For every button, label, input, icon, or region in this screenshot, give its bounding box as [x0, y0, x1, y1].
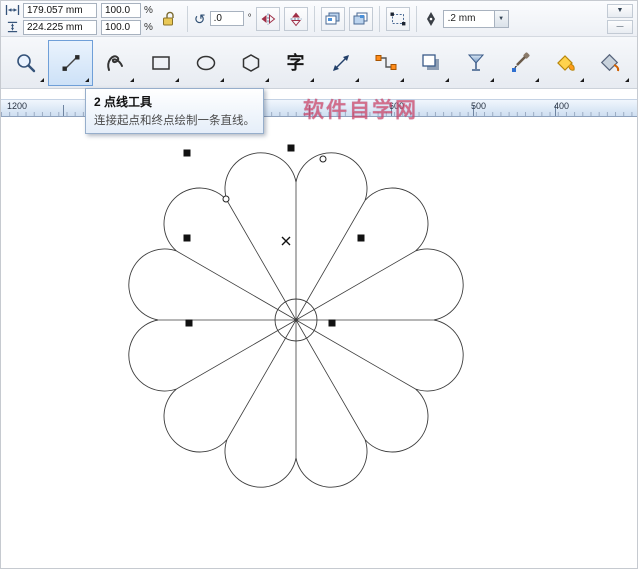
order-to-back-button[interactable]	[348, 6, 373, 31]
order-to-back-icon	[353, 12, 368, 25]
mirror-horizontal-icon	[261, 13, 275, 24]
lock-ratio-button[interactable]	[157, 7, 181, 31]
transparency-tool-button[interactable]	[453, 40, 498, 86]
dimension-tool-button[interactable]	[318, 40, 363, 86]
ellipse-tool-button[interactable]	[183, 40, 228, 86]
separator	[415, 5, 417, 32]
mirror-vertical-button[interactable]	[283, 6, 308, 31]
selection-center-mark[interactable]	[281, 236, 291, 246]
two-point-line-icon	[62, 54, 79, 71]
rotation-field[interactable]	[209, 11, 244, 26]
separator	[313, 5, 315, 32]
order-to-front-icon	[325, 12, 340, 25]
artistic-media-icon	[106, 54, 123, 71]
selection-handle[interactable]	[357, 234, 365, 242]
document-area	[1, 117, 638, 569]
line-node[interactable]	[222, 195, 230, 203]
scale-y-percent-label: %	[144, 21, 153, 33]
drop-shadow-icon	[421, 53, 439, 70]
selection-handle[interactable]	[287, 144, 295, 152]
scale-y-field[interactable]	[101, 19, 141, 35]
text-tool-icon: 字	[286, 52, 305, 73]
text-tool-button[interactable]: 字	[273, 40, 318, 86]
property-bar: % % ↺ °	[1, 1, 637, 37]
rectangle-icon	[151, 55, 170, 70]
eyedropper-icon	[511, 51, 530, 72]
zoom-tool-button[interactable]	[3, 40, 48, 86]
eyedropper-tool-button[interactable]	[498, 40, 543, 86]
mirror-vertical-icon	[290, 12, 302, 26]
polygon-tool-button[interactable]	[228, 40, 273, 86]
outline-pen-icon	[426, 11, 435, 26]
smart-fill-icon	[556, 54, 575, 71]
selection-handle[interactable]	[185, 319, 193, 327]
selection-handle[interactable]	[183, 234, 191, 242]
outline-width-value: .2 mm	[447, 13, 476, 24]
coreldraw-window: % % ↺ °	[0, 0, 638, 569]
position-y-icon	[7, 21, 18, 33]
mirror-horizontal-button[interactable]	[255, 6, 280, 31]
dimension-icon	[332, 54, 349, 71]
rotation-icon: ↺	[193, 10, 206, 27]
position-x-icon	[5, 5, 20, 15]
tooltip-title: 2 点线工具	[94, 95, 153, 109]
line-node[interactable]	[319, 155, 327, 163]
rectangle-tool-button[interactable]	[138, 40, 183, 86]
flower-spokes[interactable]	[158, 182, 434, 458]
dropdown-arrow-icon: ▼	[493, 10, 508, 27]
selection-handle[interactable]	[328, 319, 336, 327]
position-x-field[interactable]	[23, 2, 97, 18]
scale-x-field[interactable]	[101, 2, 141, 18]
open-padlock-icon	[162, 11, 174, 25]
selection-handle[interactable]	[183, 149, 191, 157]
ellipse-icon	[196, 55, 215, 70]
propbar-minimize-button[interactable]: —	[607, 19, 633, 34]
connector-icon	[375, 54, 396, 70]
outline-width-select[interactable]: .2 mm ▼	[442, 9, 509, 28]
separator	[186, 5, 188, 32]
fill-tool-button[interactable]	[588, 40, 633, 86]
drawing-canvas[interactable]	[1, 117, 638, 569]
two-point-line-tool-button[interactable]	[48, 39, 93, 86]
connector-tool-button[interactable]	[363, 40, 408, 86]
ruler-label: 400	[554, 101, 570, 111]
ruler-label: 1200	[7, 101, 28, 111]
ruler-label: 500	[471, 101, 487, 111]
transparency-glass-icon	[467, 54, 484, 71]
polygon-icon	[242, 53, 259, 72]
watermark-text: 软件自学网	[303, 99, 418, 122]
tooltip: 2 点线工具 连接起点和终点绘制一条直线。	[85, 88, 264, 134]
scale-x-percent-label: %	[144, 4, 153, 16]
order-to-front-button[interactable]	[320, 6, 345, 31]
degree-label: °	[247, 13, 252, 24]
separator	[378, 5, 380, 32]
magnifier-icon	[16, 53, 35, 72]
tool-box: 字	[1, 37, 637, 89]
propbar-flyout-button[interactable]: ▼	[607, 3, 633, 18]
position-y-field[interactable]	[23, 19, 97, 35]
fill-bucket-icon	[600, 53, 619, 71]
tooltip-description: 连接起点和终点绘制一条直线。	[94, 115, 255, 127]
artistic-media-tool-button[interactable]	[93, 40, 138, 86]
convert-to-curves-icon	[390, 12, 406, 25]
convert-to-curves-button[interactable]	[385, 6, 410, 31]
drop-shadow-tool-button[interactable]	[408, 40, 453, 86]
smart-fill-tool-button[interactable]	[543, 40, 588, 86]
